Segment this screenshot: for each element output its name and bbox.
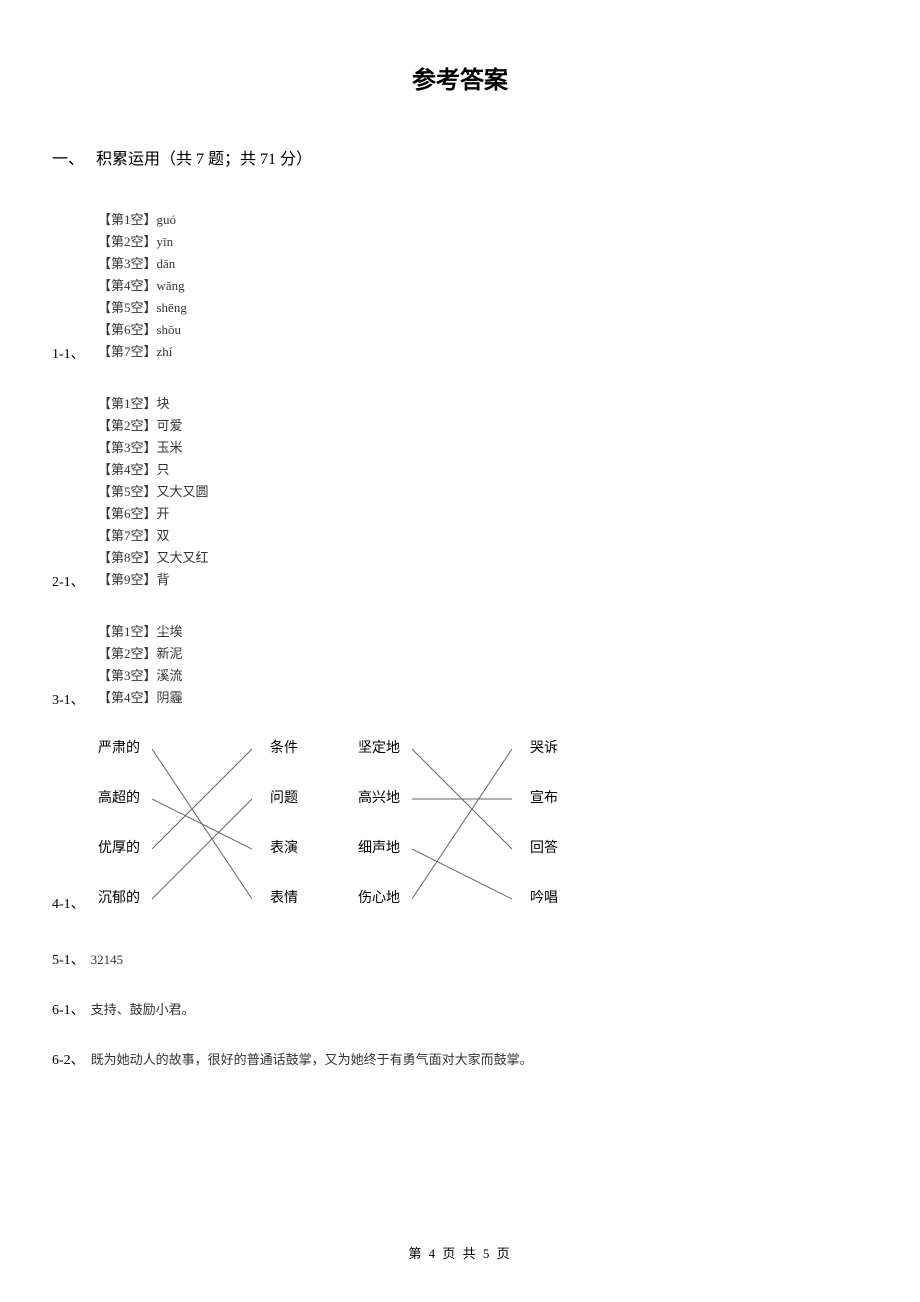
match-right-item: 表演	[270, 839, 298, 859]
answer-item: 【第2空】yīn	[98, 231, 868, 253]
match-left-item: 细声地	[358, 839, 400, 859]
answer-text: 支持、鼓励小君。	[91, 999, 195, 1018]
question-number: 5-1、	[52, 949, 85, 969]
match-right-item: 宣布	[530, 789, 558, 809]
match-left-item: 优厚的	[98, 839, 140, 859]
question-6-2: 6-2、 既为她动人的故事，很好的普通话鼓掌，又为她终于有勇气面对大家而鼓掌。	[52, 1049, 868, 1069]
question-number: 2-1、	[52, 571, 85, 591]
match-right-item: 哭诉	[530, 739, 558, 759]
match-left-item: 沉郁的	[98, 889, 140, 909]
answer-item: 【第4空】阴霾	[98, 687, 868, 709]
answer-item: 【第1空】尘埃	[98, 621, 868, 643]
question-number: 3-1、	[52, 689, 85, 709]
answer-item: 【第4空】只	[98, 459, 868, 481]
match-right-item: 表情	[270, 889, 298, 909]
match-right-item: 条件	[270, 739, 298, 759]
matching-group-a: 严肃的 高超的 优厚的 沉郁的 条件 问题 表演 表情	[98, 739, 298, 909]
answer-item: 【第6空】开	[98, 503, 868, 525]
answer-item: 【第7空】双	[98, 525, 868, 547]
answer-item: 【第2空】新泥	[98, 643, 868, 665]
match-left-item: 高兴地	[358, 789, 400, 809]
matching-lines-icon	[412, 739, 512, 909]
page-title: 参考答案	[52, 60, 868, 95]
match-left-item: 严肃的	[98, 739, 140, 759]
question-2: 【第1空】块 【第2空】可爱 【第3空】玉米 【第4空】只 【第5空】又大又圆 …	[52, 393, 868, 591]
match-right-item: 回答	[530, 839, 558, 859]
answer-text: 既为她动人的故事，很好的普通话鼓掌，又为她终于有勇气面对大家而鼓掌。	[91, 1049, 533, 1068]
answer-item: 【第9空】背	[98, 569, 868, 591]
answer-item: 【第4空】wǎng	[98, 275, 868, 297]
question-number: 6-2、	[52, 1049, 85, 1069]
match-left-item: 高超的	[98, 789, 140, 809]
question-number: 4-1、	[52, 893, 85, 913]
section-header: 一、 积累运用（共 7 题；共 71 分）	[52, 145, 868, 169]
page-footer: 第 4 页 共 5 页	[0, 1243, 920, 1262]
section-prefix: 一、	[52, 151, 84, 168]
answer-text: 32145	[91, 952, 124, 968]
match-right-item: 问题	[270, 789, 298, 809]
question-1: 【第1空】guó 【第2空】yīn 【第3空】dān 【第4空】wǎng 【第5…	[52, 209, 868, 363]
answer-item: 【第6空】shǒu	[98, 319, 868, 341]
answer-item: 【第8空】又大又红	[98, 547, 868, 569]
match-left-item: 伤心地	[358, 889, 400, 909]
question-6-1: 6-1、 支持、鼓励小君。	[52, 999, 868, 1019]
match-left-item: 坚定地	[358, 739, 400, 759]
answer-item: 【第3空】dān	[98, 253, 868, 275]
answer-item: 【第3空】玉米	[98, 437, 868, 459]
answer-item: 【第5空】shēng	[98, 297, 868, 319]
question-4: 严肃的 高超的 优厚的 沉郁的 条件 问题 表演 表情 坚定地 高兴地	[52, 739, 868, 909]
match-right-item: 吟唱	[530, 889, 558, 909]
matching-lines-icon	[152, 739, 252, 909]
section-label: 积累运用（共 7 题；共 71 分）	[96, 151, 312, 168]
question-5: 5-1、 32145	[52, 949, 868, 969]
matching-group-b: 坚定地 高兴地 细声地 伤心地 哭诉 宣布 回答 吟唱	[358, 739, 558, 909]
answer-item: 【第5空】又大又圆	[98, 481, 868, 503]
answer-item: 【第1空】guó	[98, 209, 868, 231]
question-number: 6-1、	[52, 999, 85, 1019]
question-3: 【第1空】尘埃 【第2空】新泥 【第3空】溪流 【第4空】阴霾 3-1、	[52, 621, 868, 709]
answer-item: 【第7空】zhí	[98, 341, 868, 363]
answer-item: 【第1空】块	[98, 393, 868, 415]
answer-item: 【第3空】溪流	[98, 665, 868, 687]
question-number: 1-1、	[52, 343, 85, 363]
answer-item: 【第2空】可爱	[98, 415, 868, 437]
